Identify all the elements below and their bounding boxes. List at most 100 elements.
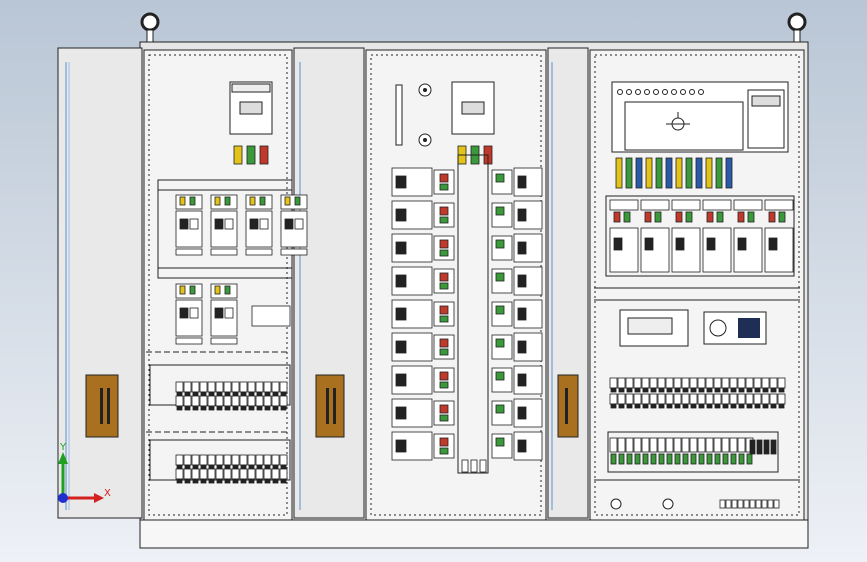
breaker-toggle — [706, 237, 716, 251]
phase-indicator — [439, 239, 449, 249]
wire-lead — [635, 157, 643, 189]
wire-lead — [715, 157, 723, 189]
meter-terminal — [617, 89, 623, 95]
terminal — [191, 468, 200, 480]
terminal — [649, 393, 658, 405]
phase-indicator — [495, 173, 505, 183]
terminal-screw — [770, 387, 777, 393]
terminal-screw — [682, 403, 689, 409]
terminal — [271, 468, 280, 480]
terminal-screw — [192, 391, 199, 397]
terminal-screw — [272, 405, 279, 411]
terminal — [239, 468, 248, 480]
gland-terminal — [731, 499, 738, 509]
meter-terminal — [662, 89, 668, 95]
terminal — [247, 381, 256, 393]
phase-indicator — [439, 447, 449, 455]
terminal-screw — [208, 391, 215, 397]
terminal — [761, 377, 770, 389]
terminal — [721, 393, 730, 405]
terminal-marker — [642, 453, 649, 465]
terminal-marker — [690, 453, 697, 465]
cabinet-assembly-drawing: X Y — [0, 0, 867, 562]
breaker-toggle — [395, 373, 407, 387]
terminal — [673, 437, 682, 453]
din-rail-vertical — [395, 84, 403, 146]
wire-lead — [665, 157, 673, 189]
terminal — [191, 454, 200, 466]
breaker-head — [609, 199, 639, 211]
gland-terminal — [749, 499, 756, 509]
terminal-screw — [634, 403, 641, 409]
terminal-screw — [642, 387, 649, 393]
terminal-screw — [256, 391, 263, 397]
terminal — [633, 377, 642, 389]
terminal-screw — [280, 391, 287, 397]
wire-lead — [725, 157, 733, 189]
phase-indicator — [439, 371, 449, 381]
terminal — [175, 381, 184, 393]
terminal-screw — [682, 387, 689, 393]
phase-indicator — [439, 305, 449, 315]
terminal-screw — [256, 405, 263, 411]
terminal — [199, 468, 208, 480]
terminal-marker — [650, 453, 657, 465]
terminal — [199, 381, 208, 393]
terminal-screw — [714, 387, 721, 393]
cabinet-2 — [365, 49, 547, 521]
terminal — [263, 395, 272, 407]
phase-indicator — [439, 272, 449, 282]
phase-indicator — [439, 315, 449, 323]
breaker-toggle — [675, 237, 685, 251]
busbar-foot — [470, 459, 478, 473]
phase-indicator — [224, 285, 231, 295]
terminal-screw — [746, 403, 753, 409]
terminal-screw — [216, 464, 223, 470]
terminal — [673, 377, 682, 389]
meter-terminal — [635, 89, 641, 95]
breaker-foot — [175, 248, 203, 256]
breaker-toggle — [249, 218, 259, 230]
terminal — [721, 437, 730, 453]
terminal — [657, 437, 666, 453]
terminal — [223, 468, 232, 480]
terminal — [761, 393, 770, 405]
terminal-marker — [634, 453, 641, 465]
terminal-screw — [754, 403, 761, 409]
terminal-screw — [674, 403, 681, 409]
terminal — [239, 381, 248, 393]
terminal — [697, 393, 706, 405]
phase-indicator — [439, 414, 449, 422]
meter-terminal — [689, 89, 695, 95]
terminal-screw — [626, 403, 633, 409]
phase-indicator — [439, 173, 449, 183]
terminal — [215, 395, 224, 407]
phase-indicator — [495, 437, 505, 447]
terminal-screw — [650, 387, 657, 393]
terminal-marker — [666, 453, 673, 465]
terminal-screw — [232, 405, 239, 411]
terminal-marker — [746, 453, 753, 465]
terminal-screw — [208, 478, 215, 484]
terminal-screw — [248, 391, 255, 397]
terminal — [231, 395, 240, 407]
terminal-screw — [730, 387, 737, 393]
breaker-toggle — [395, 241, 407, 255]
terminal-screw — [176, 405, 183, 411]
phase-indicator — [706, 211, 714, 223]
terminal-marker — [674, 453, 681, 465]
gland-terminal — [743, 499, 750, 509]
door-handle-middle[interactable] — [315, 374, 345, 438]
terminal — [231, 468, 240, 480]
breaker-toggle — [395, 406, 407, 420]
breaker-toggle — [644, 237, 654, 251]
phase-indicator — [716, 211, 724, 223]
terminal-marker — [706, 453, 713, 465]
phase-indicator — [233, 145, 243, 165]
terminal — [609, 437, 618, 453]
breaker-toggle — [737, 237, 747, 251]
terminal — [665, 377, 674, 389]
phase-indicator — [439, 216, 449, 224]
terminal — [183, 454, 192, 466]
gland-left — [610, 498, 622, 510]
